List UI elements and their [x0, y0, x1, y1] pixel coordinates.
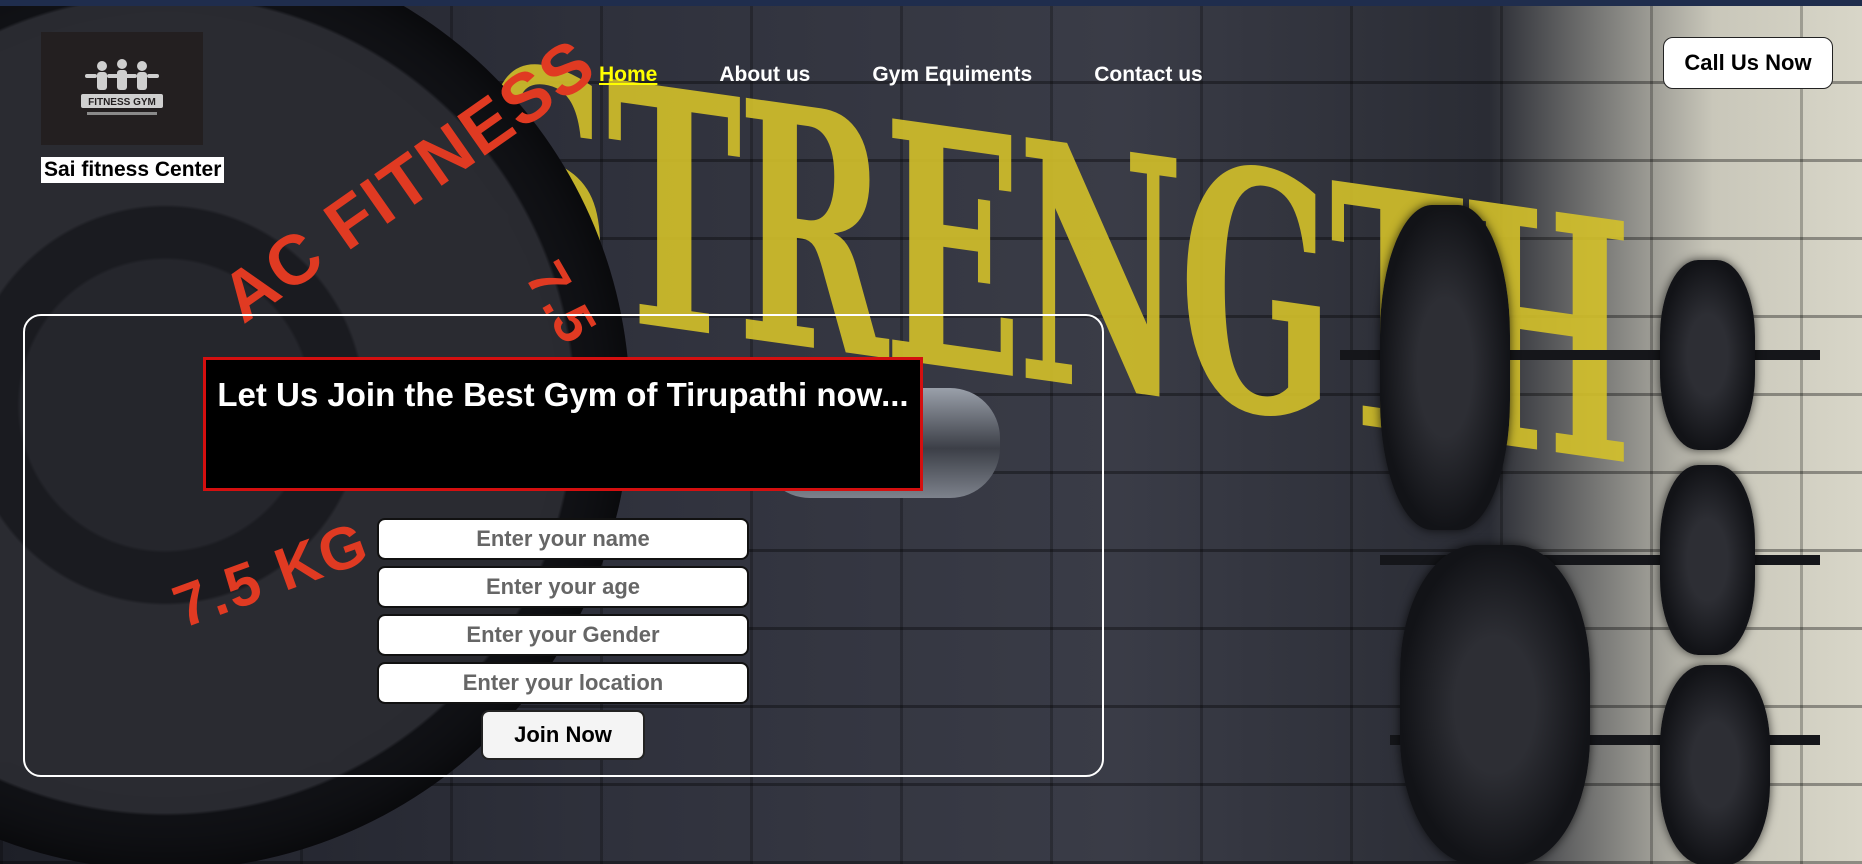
name-input[interactable] — [377, 518, 749, 560]
rack-plate — [1400, 545, 1590, 864]
age-input[interactable] — [377, 566, 749, 608]
gym-logo[interactable]: FITNESS GYM — [41, 32, 203, 145]
rack-plate — [1660, 465, 1755, 655]
nav-item-about-us[interactable]: About us — [719, 63, 810, 87]
join-now-button[interactable]: Join Now — [481, 710, 645, 760]
nav-item-gym-equipments[interactable]: Gym Equiments — [872, 63, 1032, 87]
location-input[interactable] — [377, 662, 749, 704]
logo-text: FITNESS GYM — [88, 97, 156, 108]
gym-logo-icon: FITNESS GYM — [81, 58, 163, 115]
main-nav: Home About us Gym Equiments Contact us — [599, 63, 1265, 87]
rack-plate — [1380, 205, 1510, 530]
rack-plate — [1660, 665, 1770, 864]
gender-input[interactable] — [377, 614, 749, 656]
top-accent-bar — [0, 0, 1862, 6]
nav-item-home[interactable]: Home — [599, 63, 657, 87]
rack-plate — [1660, 260, 1755, 450]
brand-name: Sai fitness Center — [41, 157, 225, 183]
hero-headline: Let Us Join the Best Gym of Tirupathi no… — [203, 357, 923, 491]
call-us-now-button[interactable]: Call Us Now — [1663, 37, 1833, 89]
nav-item-contact-us[interactable]: Contact us — [1094, 63, 1203, 87]
